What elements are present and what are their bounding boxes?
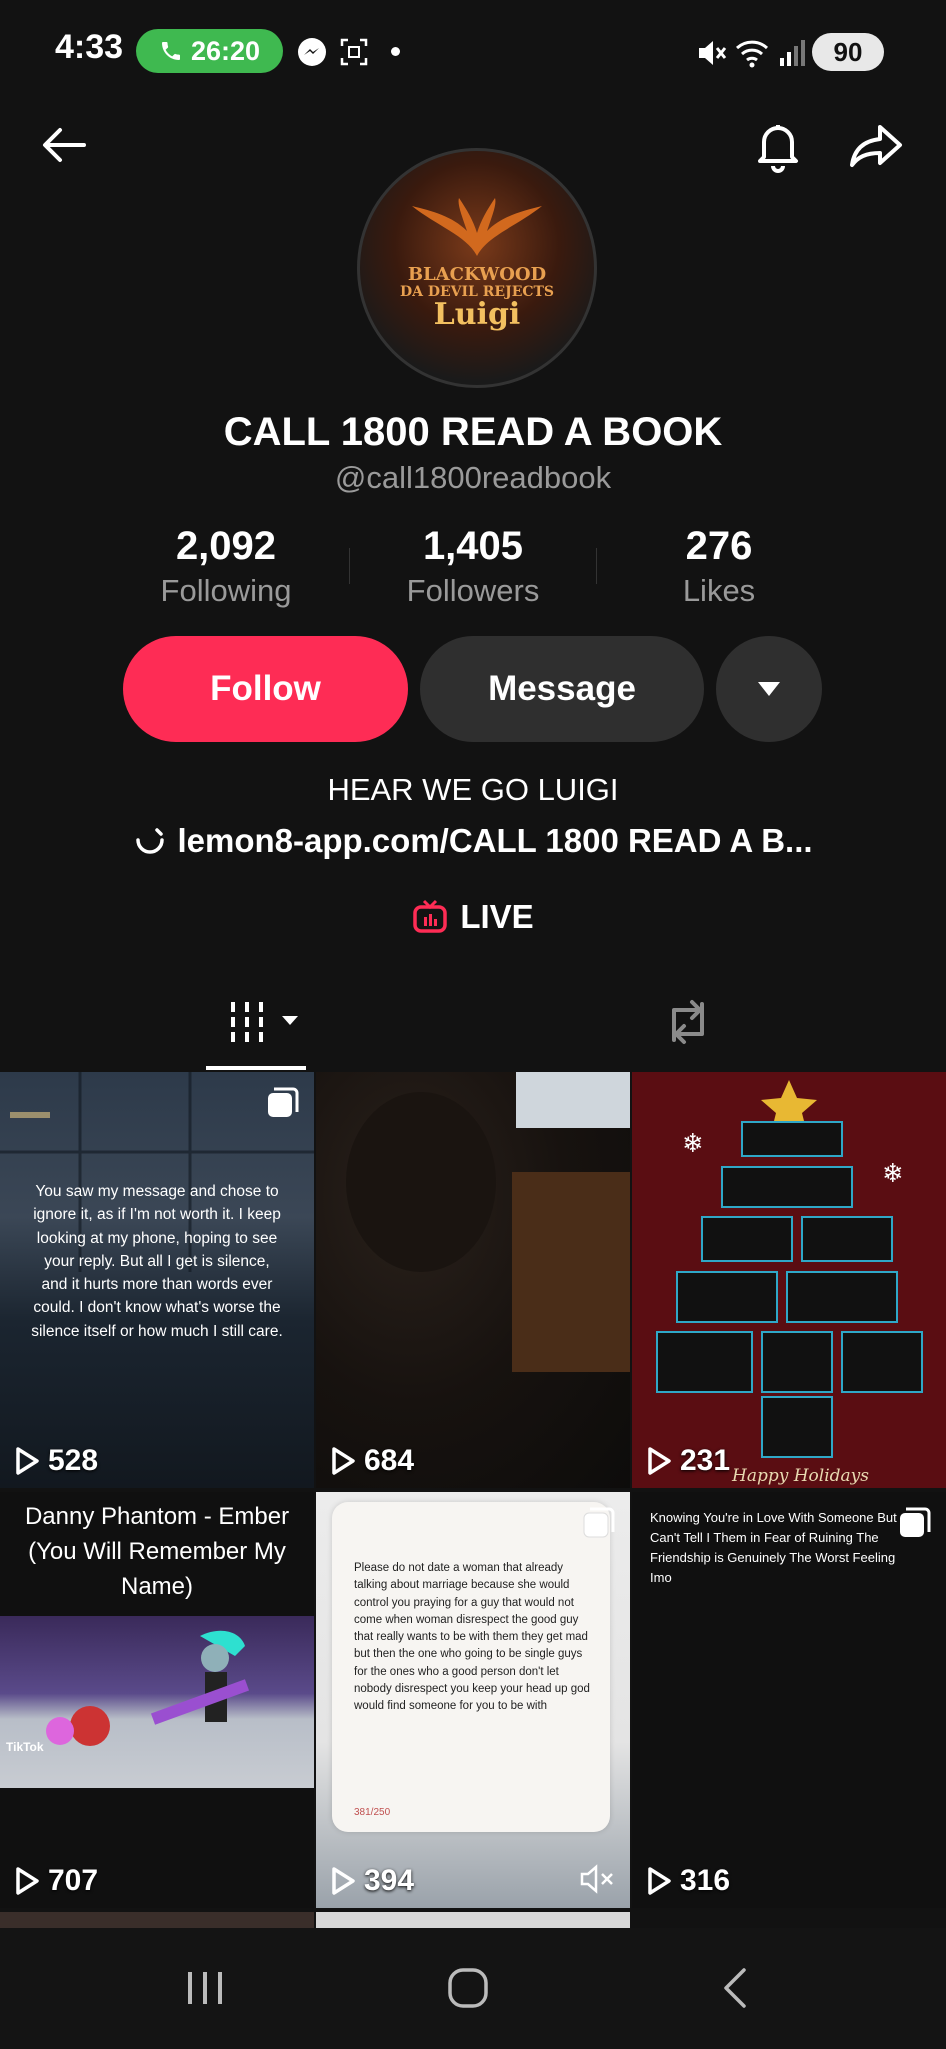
view-count-value: 231: [680, 1444, 731, 1477]
back-arrow-icon[interactable]: [34, 115, 94, 175]
avatar-text-line1: BLACKWOOD: [407, 263, 547, 285]
call-timer: 26:20: [190, 35, 261, 66]
view-count-value: 528: [48, 1444, 99, 1477]
signal-icon: [780, 40, 805, 66]
stat-divider: [596, 548, 597, 584]
stat-label: Likes: [682, 573, 756, 608]
battery-level: 90: [833, 36, 863, 67]
live-label: LIVE: [460, 898, 534, 935]
video-caption: You saw my message and chose to ignore i…: [31, 1183, 283, 1340]
view-count-value: 707: [48, 1864, 99, 1897]
stat-value: 2,092: [175, 524, 277, 568]
home-icon[interactable]: [446, 1966, 490, 2010]
screenshot-icon: [340, 38, 368, 66]
holiday-caption: Happy Holidays: [732, 1466, 870, 1486]
video-tile[interactable]: You saw my message and chose to ignore i…: [0, 1072, 314, 1488]
video-tile[interactable]: Knowing You're in Love With Someone But …: [632, 1492, 946, 1908]
stat-divider: [349, 548, 350, 584]
play-icon: [648, 1447, 671, 1475]
battery-indicator: 90: [812, 33, 884, 71]
lemon8-smile-icon: [136, 828, 165, 854]
christmas-tree-collage: ❄ ❄: [656, 1080, 923, 1458]
cartoon-guitarist: [46, 1630, 250, 1746]
view-count: 316: [646, 1864, 730, 1898]
messenger-icon: [298, 38, 326, 66]
note-text: Please do not date a woman that already …: [354, 1562, 590, 1712]
video-caption: Knowing You're in Love With Someone But …: [650, 1510, 897, 1586]
view-count-value: 684: [364, 1444, 415, 1477]
profile-link-text: lemon8-app.com/CALL 1800 READ A B...: [177, 822, 813, 859]
suggested-accounts-button[interactable]: [716, 636, 822, 742]
multi-photo-icon: [583, 1507, 615, 1538]
share-icon[interactable]: [846, 115, 906, 175]
tiktok-watermark: TikTok: [6, 1740, 44, 1754]
bio: HEAR WE GO LUIGI: [327, 772, 619, 807]
door-frame: [512, 1172, 630, 1372]
video-tile-partial[interactable]: [0, 1912, 314, 1928]
person-silhouette: [346, 1092, 496, 1272]
character-counter: 381/250: [354, 1807, 391, 1818]
live-badge[interactable]: LIVE: [0, 898, 946, 936]
video-tile[interactable]: ❄ ❄ Happy Holidays 231: [632, 1072, 946, 1488]
stat-followers[interactable]: 1,405 Followers: [373, 524, 573, 609]
stat-label: Followers: [406, 573, 540, 608]
tab-reposts[interactable]: [660, 996, 716, 1048]
recent-apps-icon[interactable]: [184, 1968, 226, 2008]
cartoon-scene: [0, 1616, 314, 1788]
follow-button[interactable]: Follow: [123, 636, 408, 742]
multi-photo-icon: [268, 1087, 299, 1117]
avatar[interactable]: BLACKWOOD DA DEVIL REJECTS Luigi: [357, 148, 597, 388]
video-caption: Danny Phantom - Ember (You Will Remember…: [24, 1503, 290, 1600]
note-card: Please do not date a woman that already …: [332, 1502, 610, 1832]
svg-text:❄: ❄: [682, 1129, 704, 1159]
phone-icon: [161, 42, 180, 60]
play-icon: [16, 1447, 39, 1475]
caret-down-icon: [758, 682, 780, 696]
muted-speaker-icon[interactable]: [580, 1864, 616, 1894]
phoenix-icon: [412, 197, 542, 256]
active-tab-indicator: [206, 1066, 306, 1070]
play-icon: [16, 1867, 39, 1895]
svg-text:❄: ❄: [882, 1159, 904, 1189]
message-button[interactable]: Message: [420, 636, 704, 742]
stat-value: 276: [685, 524, 753, 568]
avatar-text-line3: Luigi: [433, 297, 521, 333]
play-icon: [648, 1867, 671, 1895]
live-tv-icon: [413, 899, 448, 933]
bell-icon[interactable]: [748, 115, 808, 175]
videos-grid-icon: [231, 1002, 298, 1042]
view-count-value: 316: [680, 1864, 731, 1897]
stat-following[interactable]: 2,092 Following: [126, 524, 326, 609]
video-tile[interactable]: Please do not date a woman that already …: [316, 1492, 630, 1908]
video-tile-partial[interactable]: [316, 1912, 630, 1928]
username: @call1800readbook: [334, 460, 612, 495]
multi-photo-icon: [900, 1507, 931, 1537]
video-tile[interactable]: 684: [316, 1072, 630, 1488]
view-count: 528: [14, 1444, 98, 1478]
play-icon: [332, 1447, 355, 1475]
tab-videos[interactable]: [228, 1000, 308, 1044]
play-icon: [332, 1867, 355, 1895]
stat-value: 1,405: [422, 524, 524, 568]
profile-link[interactable]: lemon8-app.com/CALL 1800 READ A B...: [0, 822, 946, 860]
view-count: 684: [330, 1444, 414, 1478]
ongoing-call-pill[interactable]: 26:20: [136, 29, 283, 73]
window-light: [516, 1072, 630, 1128]
stat-likes[interactable]: 276 Likes: [619, 524, 819, 609]
view-count: 394: [330, 1864, 414, 1898]
mute-icon: [699, 41, 727, 65]
stat-label: Following: [160, 573, 292, 608]
repost-icon: [672, 1000, 704, 1044]
view-count: 231: [646, 1444, 730, 1478]
display-name: CALL 1800 READ A BOOK: [223, 410, 723, 454]
wifi-icon: [735, 40, 769, 68]
back-nav-icon[interactable]: [720, 1966, 750, 2010]
status-time: 4:33: [55, 28, 124, 66]
video-tile[interactable]: Danny Phantom - Ember (You Will Remember…: [0, 1492, 314, 1908]
notification-dot: [391, 47, 400, 56]
view-count-value: 394: [364, 1864, 415, 1897]
view-count: 707: [14, 1864, 98, 1898]
system-navigation-bar: [0, 1928, 946, 2049]
